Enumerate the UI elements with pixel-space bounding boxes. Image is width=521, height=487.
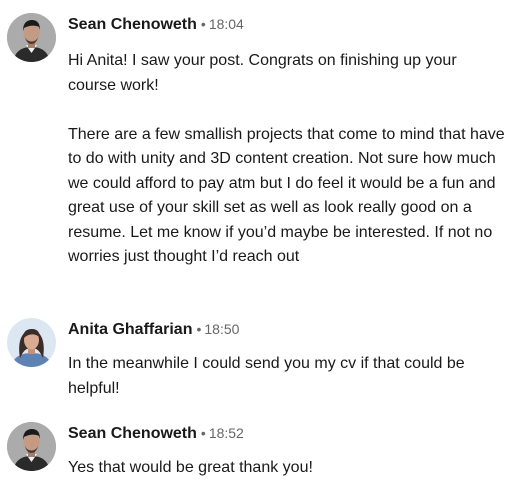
sender-name[interactable]: Sean Chenoweth bbox=[68, 16, 197, 33]
profile-photo-woman-icon bbox=[7, 318, 56, 367]
message-timestamp: 18:04 bbox=[208, 16, 244, 32]
message-paragraph: Yes that would be great thank you! bbox=[68, 459, 313, 476]
message-paragraph: There are a few smallish projects that c… bbox=[68, 125, 505, 266]
message-paragraph: In the meanwhile I could send you my cv … bbox=[68, 355, 465, 397]
message-body: Hi Anita! I saw your post. Congrats on f… bbox=[68, 49, 508, 270]
sender-name[interactable]: Anita Ghaffarian bbox=[68, 321, 192, 338]
separator-dot: • bbox=[200, 425, 206, 441]
profile-photo-man-icon bbox=[7, 13, 56, 62]
sender-name[interactable]: Sean Chenoweth bbox=[68, 425, 197, 442]
message-thread: Sean Chenoweth • 18:04 Hi Anita! I saw you… bbox=[0, 0, 521, 487]
message-body: Yes that would be great thank you! bbox=[68, 456, 508, 481]
message-body: In the meanwhile I could send you my cv … bbox=[68, 352, 508, 401]
profile-photo-man-icon bbox=[7, 422, 56, 471]
separator-dot: • bbox=[200, 16, 206, 32]
message-timestamp: 18:52 bbox=[208, 425, 244, 441]
avatar[interactable] bbox=[7, 422, 56, 471]
avatar[interactable] bbox=[7, 318, 56, 367]
avatar[interactable] bbox=[7, 13, 56, 62]
message-paragraph: Hi Anita! I saw your post. Congrats on f… bbox=[68, 52, 457, 94]
separator-dot: • bbox=[196, 321, 202, 337]
message-timestamp: 18:50 bbox=[204, 321, 240, 337]
